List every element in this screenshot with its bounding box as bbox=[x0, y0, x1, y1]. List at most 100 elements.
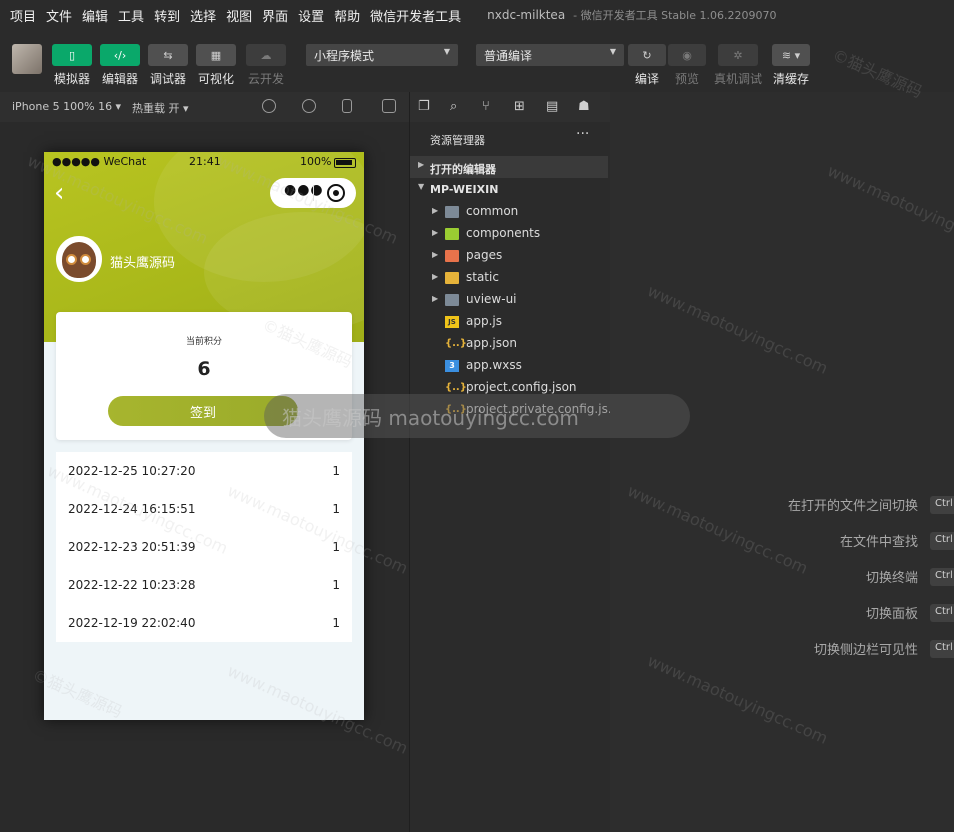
status-bar: ●●●●● WeChat 21:41 100% bbox=[44, 152, 364, 172]
clear-cache-button[interactable]: ≋ ▾ bbox=[772, 44, 810, 66]
simulator-area: ●●●●● WeChat 21:41 100% ‹ ●●● 猫头鹰源码 当前积分 bbox=[0, 122, 410, 832]
points-label: 当前积分 bbox=[185, 337, 222, 347]
storage-icon[interactable]: ▤ bbox=[546, 99, 562, 115]
menu-file[interactable]: 文件 bbox=[46, 6, 72, 25]
tree-item-app-json[interactable]: {..} app.json bbox=[410, 333, 610, 355]
editor-button[interactable]: ‹/› bbox=[100, 44, 140, 66]
compile-button[interactable]: ↻ bbox=[628, 44, 666, 66]
more-icon[interactable]: ··· bbox=[576, 126, 589, 142]
menu-settings[interactable]: 设置 bbox=[298, 6, 324, 25]
menu-capsule[interactable]: ●●● bbox=[270, 178, 356, 208]
carrier-text: ●●●●● WeChat bbox=[52, 155, 147, 168]
tree-item-label: uview-ui bbox=[466, 292, 517, 306]
menu-project[interactable]: 项目 bbox=[10, 6, 36, 25]
git-branch-icon[interactable]: ⑂ bbox=[482, 99, 498, 115]
close-target-icon[interactable] bbox=[327, 184, 345, 202]
simulator-header: iPhone 5 100% 16 ▾ 热重载 开 ▾ bbox=[0, 92, 410, 122]
owl-eye bbox=[80, 254, 91, 265]
extensions-icon[interactable]: ⊞ bbox=[514, 99, 530, 115]
record-date: 2022-12-25 10:27:20 bbox=[68, 464, 196, 478]
more-dots-icon[interactable]: ●●● bbox=[284, 182, 324, 198]
preview-button[interactable]: ◉ bbox=[668, 44, 706, 66]
tree-item-app-wxss[interactable]: 3 app.wxss bbox=[410, 355, 610, 377]
menu-view[interactable]: 视图 bbox=[226, 6, 252, 25]
tree-item-label: project.config.json bbox=[466, 380, 577, 394]
tree-item-static[interactable]: ▶ static bbox=[410, 267, 610, 289]
simulator-label: 模拟器 bbox=[54, 72, 91, 86]
explorer-title: 资源管理器 bbox=[430, 134, 485, 147]
shortcut-find-in-files: 在文件中查找 bbox=[839, 535, 918, 550]
compile-select[interactable]: 普通编译 ▼ bbox=[476, 44, 624, 66]
eye-icon: ◉ bbox=[682, 48, 692, 62]
record-date: 2022-12-23 20:51:39 bbox=[68, 540, 196, 554]
list-item: 2022-12-19 22:02:40 1 bbox=[56, 604, 352, 642]
battery-icon bbox=[334, 158, 356, 168]
avatar[interactable] bbox=[56, 236, 102, 282]
menu-help[interactable]: 帮助 bbox=[334, 6, 360, 25]
cloud-label: 云开发 bbox=[248, 72, 285, 86]
user-avatar-top[interactable] bbox=[12, 44, 42, 74]
watermark-banner: 猫头鹰源码 maotouyingcc.com bbox=[264, 394, 690, 438]
section-label: MP-WEIXIN bbox=[430, 183, 499, 196]
signin-records: 2022-12-25 10:27:20 1 2022-12-24 16:15:5… bbox=[56, 452, 352, 642]
search-icon[interactable]: ⌕ bbox=[450, 99, 466, 115]
chevron-right-icon: ▶ bbox=[432, 228, 439, 237]
shortcut-toggle-terminal: 切换终端 bbox=[865, 571, 918, 586]
menu-edit[interactable]: 编辑 bbox=[82, 6, 108, 25]
shortcut-key: Ctrl bbox=[930, 532, 954, 550]
detach-window-icon[interactable] bbox=[382, 99, 396, 113]
layout-icon: ▦ bbox=[210, 48, 222, 62]
tree-item-label: app.json bbox=[466, 336, 517, 350]
folder-icon bbox=[445, 228, 459, 240]
docker-icon[interactable]: ☗ bbox=[578, 99, 594, 115]
tree-item-label: app.wxss bbox=[466, 358, 522, 372]
editor-empty-area bbox=[610, 92, 954, 832]
tree-item-pages[interactable]: ▶ pages bbox=[410, 245, 610, 267]
section-open-editors[interactable]: ▶ 打开的编辑器 bbox=[410, 156, 610, 178]
shortcut-key: Ctrl bbox=[930, 604, 954, 622]
menu-goto[interactable]: 转到 bbox=[154, 6, 180, 25]
list-item: 2022-12-23 20:51:39 1 bbox=[56, 528, 352, 566]
capsule-divider bbox=[313, 185, 314, 201]
tree-item-components[interactable]: ▶ components bbox=[410, 223, 610, 245]
record-value: 1 bbox=[332, 616, 340, 630]
menu-tools[interactable]: 工具 bbox=[118, 6, 144, 25]
section-root[interactable]: ▼ MP-WEIXIN bbox=[410, 178, 610, 200]
folder-icon bbox=[445, 294, 459, 306]
code-icon: ‹/› bbox=[113, 48, 127, 62]
shortcut-key: Ctrl bbox=[930, 640, 954, 658]
cloud-button[interactable]: ☁ bbox=[246, 44, 286, 66]
back-arrow-icon[interactable]: ‹ bbox=[54, 178, 64, 208]
tree-item-uview-ui[interactable]: ▶ uview-ui bbox=[410, 289, 610, 311]
hot-reload-toggle[interactable]: 热重载 开 ▾ bbox=[132, 100, 189, 116]
js-file-icon: JS bbox=[445, 316, 459, 328]
shortcut-switch-files: 在打开的文件之间切换 bbox=[787, 499, 918, 514]
device-select[interactable]: iPhone 5 100% 16 ▾ bbox=[12, 100, 121, 113]
mode-select[interactable]: 小程序模式 ▼ bbox=[306, 44, 458, 66]
folder-icon bbox=[445, 250, 459, 262]
record-value: 1 bbox=[332, 578, 340, 592]
json-file-icon: {..} bbox=[445, 338, 467, 349]
tree-item-app-js[interactable]: JS app.js bbox=[410, 311, 610, 333]
debugger-button[interactable]: ⇆ bbox=[148, 44, 188, 66]
simulator-button[interactable]: ▯ bbox=[52, 44, 92, 66]
tree-item-common[interactable]: ▶ common bbox=[410, 201, 610, 223]
rotate-icon[interactable] bbox=[262, 99, 276, 113]
menu-select[interactable]: 选择 bbox=[190, 6, 216, 25]
visual-button[interactable]: ▦ bbox=[196, 44, 236, 66]
stop-icon[interactable] bbox=[302, 99, 316, 113]
files-icon[interactable]: ❐ bbox=[418, 99, 434, 115]
project-name: nxdc-milktea bbox=[487, 8, 566, 22]
record-date: 2022-12-19 22:02:40 bbox=[68, 616, 196, 630]
phone-frame-icon[interactable] bbox=[342, 99, 352, 113]
caret-down-icon: ▼ bbox=[443, 47, 450, 56]
menu-interface[interactable]: 界面 bbox=[262, 6, 288, 25]
remote-debug-button[interactable]: ✲ bbox=[718, 44, 758, 66]
record-value: 1 bbox=[332, 464, 340, 478]
list-item: 2022-12-25 10:27:20 1 bbox=[56, 452, 352, 490]
caret-down-icon: ▼ bbox=[609, 47, 616, 56]
folder-icon bbox=[445, 272, 459, 284]
menu-wechat-devtools[interactable]: 微信开发者工具 bbox=[370, 6, 461, 25]
cloud-icon: ☁ bbox=[260, 48, 272, 62]
editor-label: 编辑器 bbox=[102, 72, 139, 86]
